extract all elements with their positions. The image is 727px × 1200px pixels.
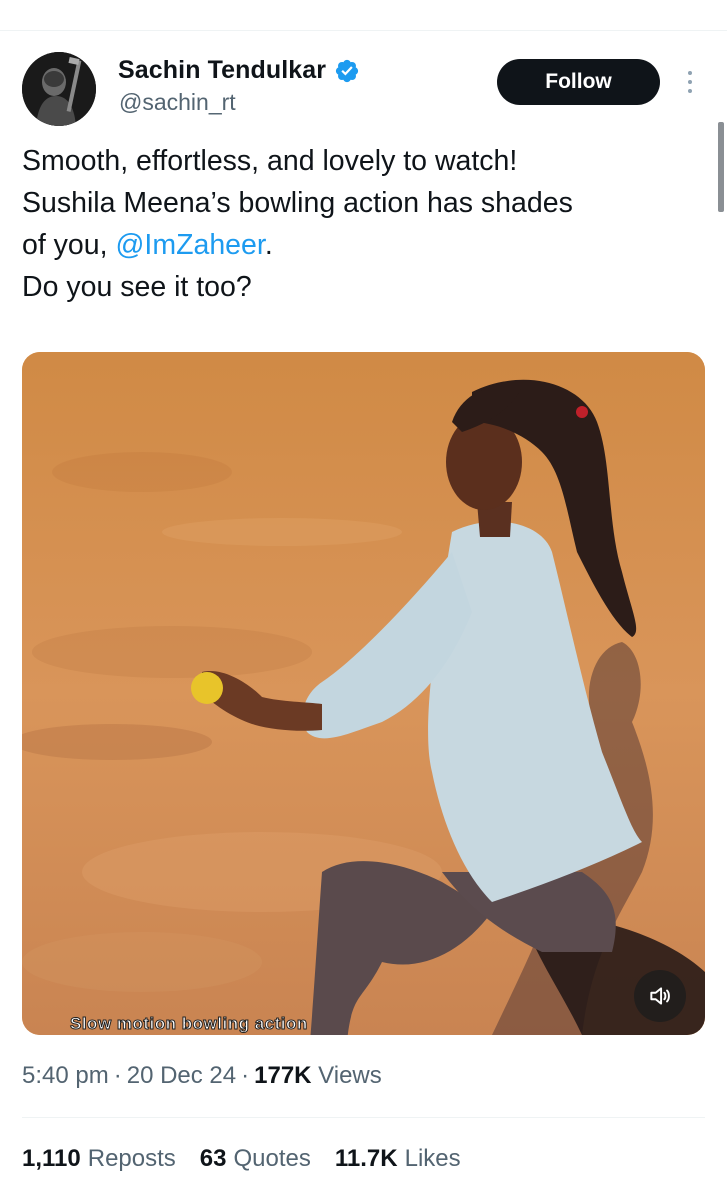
quotes-label: Quotes <box>233 1145 311 1172</box>
stats-divider <box>22 1117 705 1118</box>
likes-label: Likes <box>404 1145 461 1172</box>
scrollbar-thumb[interactable] <box>718 122 724 212</box>
name-row: Sachin Tendulkar <box>118 56 360 85</box>
avatar[interactable] <box>22 52 96 126</box>
top-divider <box>0 30 727 31</box>
reposts-stat[interactable]: 1,110 Reposts <box>22 1145 176 1173</box>
mention-link[interactable]: @ImZaheer <box>115 229 264 261</box>
quotes-count: 63 <box>199 1145 227 1172</box>
tweet-line: Do you see it too? <box>22 271 252 303</box>
tweet-line: Sushila Meena’s bowling action has shade… <box>22 187 573 219</box>
tweet-meta: 5:40 pm · 20 Dec 24 · 177K Views <box>22 1062 382 1090</box>
likes-count: 11.7K <box>334 1145 398 1172</box>
tweet-header: Sachin Tendulkar @sachin_rt Follow <box>22 50 705 130</box>
likes-stat[interactable]: 11.7K Likes <box>335 1145 461 1173</box>
tweet-time[interactable]: 5:40 pm <box>22 1062 109 1089</box>
quotes-stat[interactable]: 63 Quotes <box>200 1145 311 1173</box>
video-player[interactable]: Slow motion bowling action <box>22 352 705 1035</box>
reposts-count: 1,110 <box>22 1145 81 1172</box>
tweet-date[interactable]: 20 Dec 24 <box>127 1062 236 1089</box>
video-caption-overlay: Slow motion bowling action <box>70 1014 308 1034</box>
tweet-line-text: . <box>264 229 273 261</box>
views-label: Views <box>318 1062 382 1089</box>
verified-badge-icon <box>336 59 359 82</box>
author-handle[interactable]: @sachin_rt <box>119 89 236 116</box>
meta-separator: · <box>113 1062 122 1089</box>
reposts-label: Reposts <box>87 1145 176 1172</box>
more-options-icon[interactable] <box>678 64 702 100</box>
views-count: 177K <box>254 1062 312 1089</box>
mute-toggle-button[interactable] <box>634 970 686 1022</box>
more-dot <box>688 71 692 75</box>
author-name[interactable]: Sachin Tendulkar <box>118 56 326 85</box>
tweet-line-text: of you, <box>22 229 116 261</box>
more-dot <box>688 80 692 84</box>
follow-button[interactable]: Follow <box>497 59 660 105</box>
more-dot <box>688 89 692 93</box>
tweet-line: Smooth, effortless, and lovely to watch! <box>22 145 518 177</box>
meta-separator: · <box>241 1062 250 1089</box>
avatar-image <box>22 52 96 126</box>
speaker-muted-icon <box>650 987 670 1005</box>
tweet-line: of you, @ImZaheer. <box>22 224 712 266</box>
video-frame <box>22 352 705 1035</box>
tweet-text: Smooth, effortless, and lovely to watch!… <box>22 140 712 308</box>
engagement-stats: 1,110 Reposts 63 Quotes 11.7K Likes <box>22 1145 461 1173</box>
